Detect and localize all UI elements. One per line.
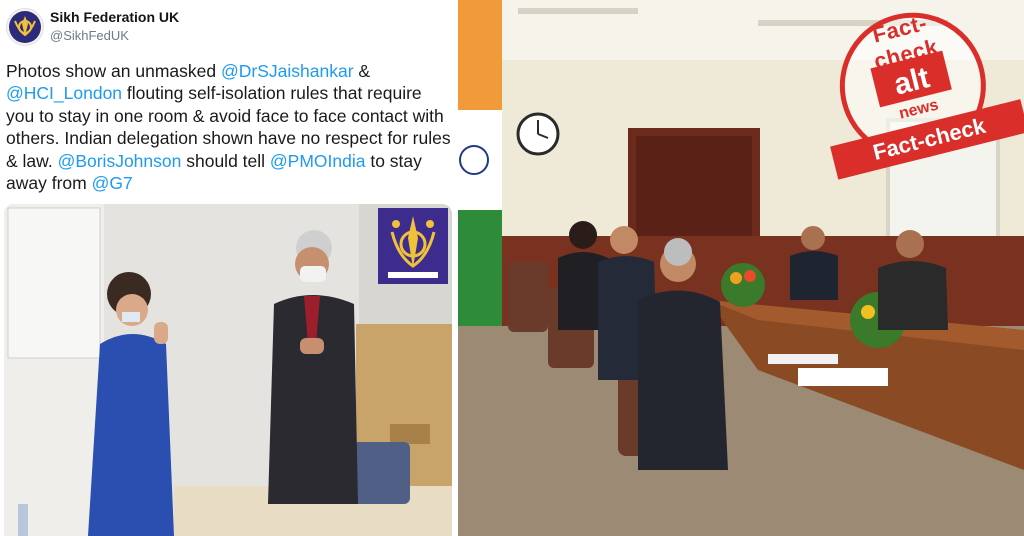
profile-avatar[interactable] [6,8,44,46]
tweet-text-segment: should tell [181,150,270,171]
khanda-emblem-icon [378,208,448,284]
account-handle[interactable]: @SikhFedUK [50,28,129,43]
account-name[interactable]: Sikh Federation UK [50,9,179,25]
mention-link[interactable]: @DrSJaishankar [221,61,354,81]
mention-link[interactable]: @BorisJohnson [58,151,182,171]
watermark-logo [378,208,448,284]
mention-link[interactable]: @G7 [92,173,133,193]
tweet-photo[interactable] [4,204,452,536]
tweet-text-segment: Photos show an unmasked [6,61,221,81]
tweet-text: Photos show an unmasked @DrSJaishankar &… [6,60,454,194]
tweet-text-segment: & [353,61,371,81]
mention-link[interactable]: @PMOIndia [270,151,366,171]
mention-link[interactable]: @HCI_London [6,83,122,103]
tweet-card: Sikh Federation UK @SikhFedUK Photos sho… [0,0,456,536]
sikh-federation-logo-icon [9,11,41,43]
